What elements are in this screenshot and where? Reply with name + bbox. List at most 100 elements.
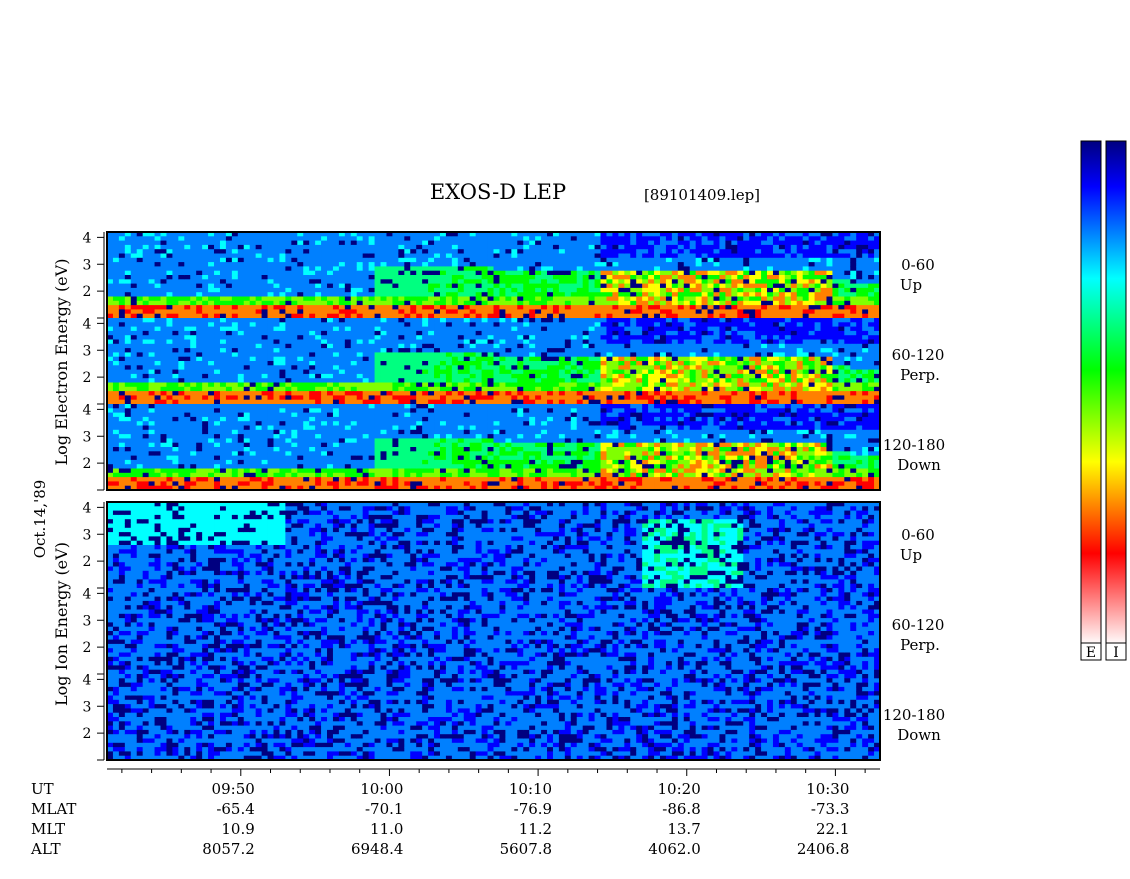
e-panel-1-cell [588, 270, 595, 276]
e-panel-2-cell [529, 373, 536, 379]
e-panel-1-cell [511, 240, 518, 246]
e-panel-2-cell [202, 373, 209, 379]
e-panel-2-cell [606, 399, 613, 405]
e-panel-1-cell [386, 309, 393, 315]
e-panel-1-cell [576, 287, 584, 293]
e-panel-2-cell [196, 382, 203, 388]
e-panel-1-cell [368, 270, 375, 276]
e-panel-1-cell [434, 262, 441, 267]
e-panel-2-cell [677, 395, 685, 401]
e-panel-1-cell [463, 287, 471, 293]
e-panel-1-cell [380, 249, 387, 254]
e-panel-1-cell [398, 279, 405, 284]
e-panel-2-cell [630, 352, 637, 358]
e-panel-2-cell [517, 378, 524, 383]
e-panel-2-cell [225, 352, 233, 358]
e-panel-2-cell [731, 339, 738, 345]
e-panel-1-cell [654, 244, 661, 250]
e-panel-2-cell [338, 399, 346, 405]
e-panel-1-cell [309, 287, 316, 293]
e-panel-2-cell [659, 399, 667, 405]
e-panel-2-cell [184, 361, 191, 366]
e-panel-1-cell [600, 262, 607, 267]
e-panel-2-cell [231, 386, 239, 392]
e-panel-2-cell [416, 361, 423, 366]
e-panel-1-cell [826, 240, 833, 246]
e-panel-1-cell [862, 283, 869, 289]
e-panel-1-cell [731, 266, 738, 272]
e-panel-1-cell [648, 253, 655, 259]
e-panel-2-cell [374, 339, 381, 345]
e-panel-1-cell [416, 300, 423, 306]
e-panel-1-cell [850, 275, 857, 280]
e-panel-1-cell [321, 283, 328, 289]
e-panel-2-cell [802, 378, 810, 383]
e-panel-1-cell [677, 240, 685, 246]
e-panel-1-cell [755, 300, 762, 306]
e-panel-2-cell [303, 335, 310, 340]
e-panel-2-cell [285, 391, 292, 396]
e-panel-1-cell [261, 253, 268, 259]
e-panel-2-cell [434, 343, 441, 349]
e-panel-1-cell [255, 287, 262, 293]
e-panel-2-cell [778, 382, 786, 388]
e-panel-1-cell [659, 236, 667, 241]
e-panel-1-cell [457, 313, 465, 319]
e-panel-1-cell [410, 283, 417, 289]
e-panel-2-cell [558, 326, 566, 332]
e-panel-1-cell [868, 244, 875, 250]
e-panel-1-cell [398, 313, 405, 319]
e-panel-2-cell [570, 386, 578, 392]
e-panel-1-cell [856, 249, 863, 254]
e-panel-1-cell [184, 309, 191, 315]
e-panel-2-cell [695, 391, 703, 396]
e-panel-1-cell [463, 270, 471, 276]
e-panel-2-cell [214, 326, 221, 332]
e-panel-2-cell [374, 395, 381, 401]
e-panel-1-cell [160, 262, 167, 267]
e-panel-2-cell [285, 373, 292, 379]
e-panel-2-cell [737, 318, 744, 323]
e-panel-2-cell [737, 335, 744, 340]
e-panel-2-cell [154, 399, 161, 405]
e-panel-2-cell [338, 335, 346, 340]
e-panel-1-cell [850, 292, 857, 297]
e-panel-2-cell [285, 361, 292, 366]
e-panel-2-cell [600, 352, 607, 358]
e-panel-1-cell [451, 313, 459, 319]
e-panel-2-cell [267, 378, 274, 383]
e-panel-2-cell [701, 369, 708, 375]
e-panel-1-cell [160, 283, 167, 289]
e-panel-2-cell [755, 382, 762, 388]
e-panel-1-cell [713, 270, 720, 276]
e-panel-2-cell [487, 365, 494, 370]
e-panel-2-cell [784, 343, 792, 349]
e-panel-2-cell [552, 369, 560, 375]
e-panel-1-cell [178, 249, 185, 254]
e-panel-2-cell [154, 373, 161, 379]
e-panel-1-cell [600, 283, 607, 289]
e-panel-1-cell [112, 262, 120, 267]
e-panel-1-cell [796, 309, 804, 315]
e-panel-2-cell [737, 352, 744, 358]
e-panel-1-cell [511, 296, 518, 302]
e-panel-2-cell [249, 395, 257, 401]
e-panel-2-cell [261, 330, 268, 336]
e-panel-2-cell [576, 352, 584, 358]
e-panel-2-cell [243, 326, 251, 332]
e-panel-2-cell [570, 356, 578, 362]
e-panel-2-cell [237, 395, 245, 401]
e-panel-1-cell [291, 309, 298, 315]
e-panel-1-cell [368, 257, 375, 263]
e-panel-1-cell [374, 257, 381, 263]
e-panel-2-cell [344, 356, 352, 362]
e-panel-1-cell [850, 283, 857, 289]
e-panel-2-cell [505, 382, 512, 388]
e-panel-1-cell [410, 279, 417, 284]
e-panel-2-cell [677, 322, 685, 327]
e-panel-2-cell [719, 399, 726, 405]
e-panel-1-cell [576, 300, 584, 306]
e-panel-1-cell [588, 253, 595, 259]
e-panel-1-cell [410, 244, 417, 250]
e-panel-1-cell [588, 292, 595, 297]
